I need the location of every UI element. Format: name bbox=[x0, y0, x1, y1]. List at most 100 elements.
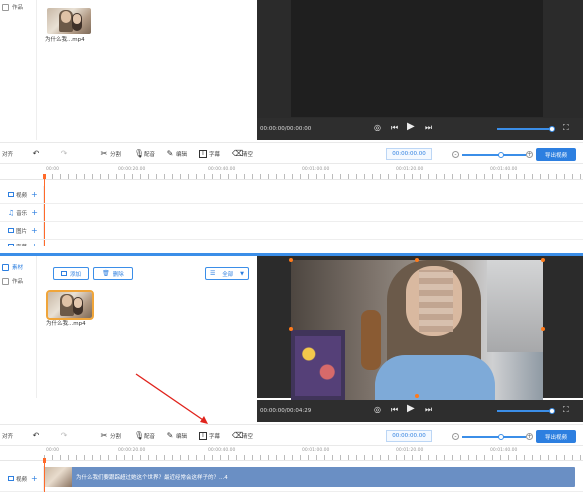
add-icon[interactable]: + bbox=[31, 226, 38, 235]
clear-button[interactable]: ⌫ 清空 bbox=[232, 425, 253, 447]
ruler-label: 00:01:00.00 bbox=[302, 448, 330, 453]
redo-icon: ↷ bbox=[60, 431, 68, 440]
sidebar-item-works[interactable]: 作品 bbox=[0, 274, 36, 288]
split-button[interactable]: ✂ 分割 bbox=[100, 425, 121, 447]
align-button[interactable]: 对齐 bbox=[2, 143, 13, 165]
subtitle-button[interactable]: T 字幕 bbox=[199, 143, 220, 165]
add-label: 添加 bbox=[69, 271, 81, 278]
track-label: 字幕 bbox=[16, 243, 27, 247]
image-icon bbox=[8, 228, 14, 233]
dub-button[interactable]: 🎙 配音 bbox=[134, 143, 155, 165]
split-button[interactable]: ✂ 分割 bbox=[100, 143, 121, 165]
track-header: 图片 + bbox=[0, 222, 44, 239]
volume-slider[interactable] bbox=[497, 128, 552, 130]
fullscreen-icon[interactable]: ⛶ bbox=[563, 124, 569, 132]
next-frame-icon[interactable]: ⏭ bbox=[425, 406, 432, 414]
play-icon[interactable]: ▶ bbox=[407, 404, 415, 414]
redo-button[interactable]: ↷ bbox=[60, 425, 68, 447]
edit-button[interactable]: ✎ 编辑 bbox=[166, 143, 187, 165]
text-icon: T bbox=[199, 432, 207, 440]
sidebar-item-label: 作品 bbox=[12, 279, 24, 285]
timeline-ruler[interactable]: 00:00 00:00:20.00 00:00:40.00 00:01:00.0… bbox=[0, 447, 583, 461]
resize-handle[interactable] bbox=[289, 327, 293, 331]
subtitle-button[interactable]: T 字幕 bbox=[199, 425, 220, 447]
sidebar: 作品 bbox=[0, 0, 36, 140]
edit-toolbar: 对齐 ↶ ↷ ✂ 分割 🎙 配音 ✎ 编辑 T 字幕 ⌫ 清空 00:00:00.00 -… bbox=[0, 142, 583, 164]
align-button[interactable]: 对齐 bbox=[2, 425, 13, 447]
playhead[interactable] bbox=[44, 461, 45, 492]
resize-handle[interactable] bbox=[415, 258, 419, 262]
dub-label: 配音 bbox=[144, 434, 156, 440]
undo-button[interactable]: ↶ bbox=[32, 425, 40, 447]
ruler-label: 00:00 bbox=[46, 167, 59, 172]
sidebar: 素材 作品 bbox=[0, 260, 36, 400]
media-thumbnail[interactable] bbox=[47, 8, 91, 34]
dub-label: 配音 bbox=[144, 152, 156, 158]
zoom-slider[interactable] bbox=[462, 154, 526, 156]
prev-frame-icon[interactable]: ⏮ bbox=[391, 406, 398, 414]
video-clip[interactable]: 为什么我们要跟踪超过她这个世界？最近经常会这样子的？...4 bbox=[44, 467, 575, 487]
export-button[interactable]: 导出视频 bbox=[536, 148, 576, 161]
volume-knob[interactable] bbox=[549, 408, 555, 414]
sidebar-item-materials[interactable]: 素材 bbox=[0, 260, 36, 274]
scissors-icon: ✂ bbox=[100, 431, 108, 440]
media-thumbnail[interactable] bbox=[46, 290, 94, 320]
zoom-out-icon[interactable]: - bbox=[452, 151, 459, 158]
volume-knob[interactable] bbox=[549, 126, 555, 132]
next-frame-icon[interactable]: ⏭ bbox=[425, 124, 432, 132]
zoom-slider[interactable] bbox=[462, 436, 526, 438]
play-icon[interactable]: ▶ bbox=[407, 122, 415, 132]
redo-button[interactable]: ↷ bbox=[60, 143, 68, 165]
resize-handle[interactable] bbox=[541, 327, 545, 331]
snapshot-icon[interactable]: ◎ bbox=[374, 406, 381, 414]
media-filename: 为什么我...mp4 bbox=[46, 321, 86, 327]
add-icon[interactable]: + bbox=[31, 242, 38, 246]
add-icon[interactable]: + bbox=[31, 190, 38, 199]
zoom-in-icon[interactable]: + bbox=[526, 433, 533, 440]
timecode-field[interactable]: 00:00:00.00 bbox=[386, 148, 432, 160]
ruler-label: 00:01:00.00 bbox=[302, 167, 330, 172]
track-label: 图片 bbox=[16, 228, 28, 235]
ruler-ticks bbox=[44, 174, 583, 179]
volume-slider[interactable] bbox=[497, 410, 552, 412]
fullscreen-icon[interactable]: ⛶ bbox=[563, 406, 569, 414]
resize-handle[interactable] bbox=[415, 394, 419, 398]
timeline-ruler[interactable]: 00:00 00:00:20.00 00:00:40.00 00:01:00.0… bbox=[0, 166, 583, 180]
subtitle-label: 字幕 bbox=[209, 152, 221, 158]
prev-frame-icon[interactable]: ⏮ bbox=[391, 124, 398, 132]
video-track-icon bbox=[8, 192, 14, 197]
resize-handle[interactable] bbox=[289, 258, 293, 262]
sidebar-item-works[interactable]: 作品 bbox=[0, 0, 36, 14]
ruler-label: 00:00:40.00 bbox=[208, 448, 236, 453]
video-canvas bbox=[291, 0, 543, 117]
undo-icon: ↶ bbox=[32, 431, 40, 440]
timecode-field[interactable]: 00:00:00.00 bbox=[386, 430, 432, 442]
add-icon[interactable]: + bbox=[31, 474, 38, 483]
add-media-icon bbox=[60, 271, 67, 276]
delete-button[interactable]: 🗑 删除 bbox=[93, 267, 133, 280]
dub-button[interactable]: 🎙 配音 bbox=[134, 425, 155, 447]
export-button[interactable]: 导出视频 bbox=[536, 430, 576, 443]
ruler-label: 00:01:20.00 bbox=[396, 448, 424, 453]
undo-button[interactable]: ↶ bbox=[32, 143, 40, 165]
track-header: 视频 + bbox=[0, 186, 44, 203]
ruler-label: 00:00:20.00 bbox=[118, 167, 146, 172]
edit-button[interactable]: ✎ 编辑 bbox=[166, 425, 187, 447]
zoom-knob[interactable] bbox=[498, 152, 504, 158]
clear-button[interactable]: ⌫ 清空 bbox=[232, 143, 253, 165]
preview-window: 00:00:00/00:00:00 ◎ ⏮ ▶ ⏭ ⛶ bbox=[257, 0, 583, 140]
editor-top: 作品 为什么我...mp4 00:00:00/00:00:00 ◎ ⏮ ▶ ⏭ … bbox=[0, 0, 583, 246]
snapshot-icon[interactable]: ◎ bbox=[374, 124, 381, 132]
resize-handle[interactable] bbox=[541, 258, 545, 262]
playback-controls: 00:00:00/00:04:29 ◎ ⏮ ▶ ⏭ ⛶ bbox=[257, 400, 583, 422]
zoom-out-icon[interactable]: - bbox=[452, 433, 459, 440]
add-button[interactable]: 添加 bbox=[53, 267, 89, 280]
media-filename: 为什么我...mp4 bbox=[45, 37, 85, 43]
zoom-in-icon[interactable]: + bbox=[526, 151, 533, 158]
list-icon: ☰ bbox=[210, 270, 216, 277]
time-readout: 00:00:00/00:00:00 bbox=[260, 126, 312, 132]
zoom-knob[interactable] bbox=[498, 434, 504, 440]
annotation-arrow bbox=[135, 373, 208, 424]
filter-select[interactable]: ☰ 全部 ▼ bbox=[205, 267, 249, 280]
add-icon[interactable]: + bbox=[31, 208, 38, 217]
